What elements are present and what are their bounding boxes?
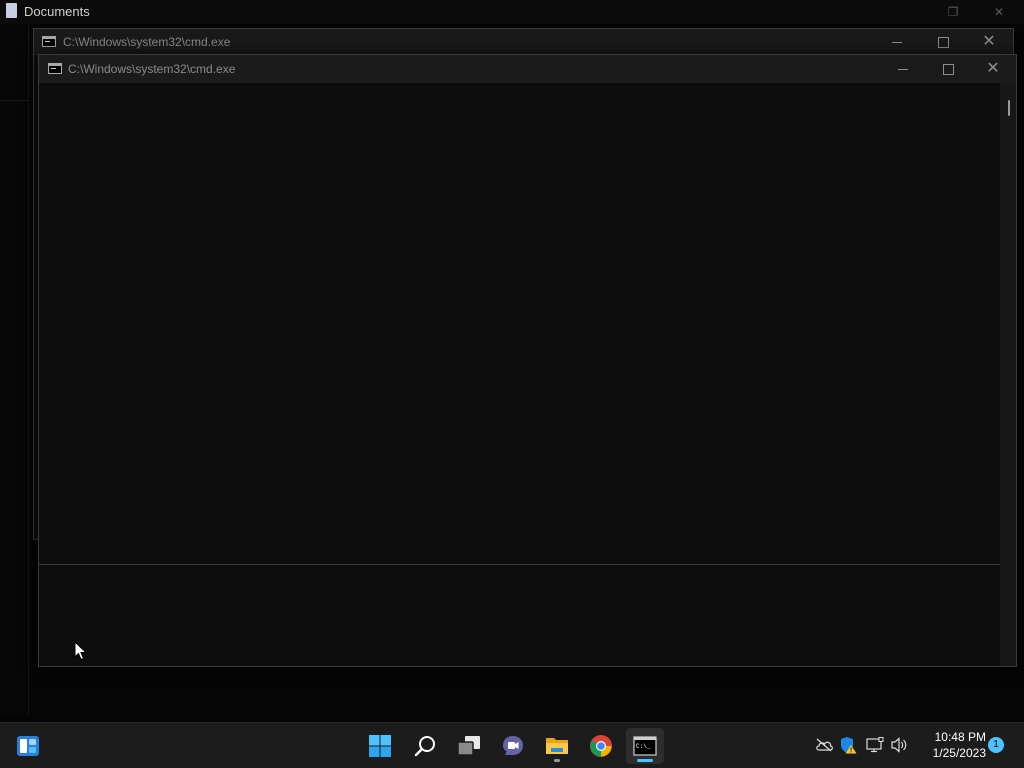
console-divider — [39, 564, 1000, 565]
taskbar-clock[interactable]: 10:48 PM 1/25/2023 — [916, 729, 986, 761]
desktop: Documents ❐ ✕ C:\Windows\system32\cmd.ex… — [0, 0, 1024, 768]
cmd-app-icon — [42, 36, 56, 47]
documents-window-title: Documents — [24, 4, 90, 19]
volume-icon — [891, 737, 907, 753]
onedrive-offline-icon — [816, 738, 833, 752]
chat-icon — [503, 736, 523, 755]
cmd-back-titlebar[interactable]: C:\Windows\system32\cmd.exe ✕ — [34, 29, 1013, 55]
chat-button[interactable] — [495, 728, 531, 764]
onedrive-offline-button[interactable] — [815, 736, 833, 754]
running-indicator — [554, 759, 560, 762]
clock-date: 1/25/2023 — [932, 746, 986, 760]
command-prompt-button[interactable]: C:\_ — [626, 728, 664, 764]
windows-security-button[interactable] — [839, 736, 857, 754]
cmd-app-icon — [48, 63, 62, 74]
network-icon — [866, 737, 884, 753]
chrome-button[interactable] — [583, 728, 619, 764]
cmd-back-minimize-button[interactable] — [874, 29, 920, 55]
cmd-front-minimize-button[interactable] — [880, 55, 926, 83]
cmd-back-maximize-button[interactable] — [920, 29, 966, 55]
scrollbar-thumb[interactable] — [1008, 100, 1010, 116]
cmd-front-close-button[interactable]: ✕ — [970, 55, 1016, 83]
security-warning-icon — [841, 737, 857, 754]
task-view-button[interactable] — [451, 728, 487, 764]
taskbar: C:\_ 10:48 PM 1/25/2023 1 — [0, 722, 1024, 768]
clock-time: 10:48 PM — [934, 730, 986, 744]
cmd-front-maximize-button[interactable] — [925, 55, 971, 83]
cmd-front-titlebar[interactable]: C:\Windows\system32\cmd.exe ✕ — [39, 55, 1016, 83]
console-scrollbar[interactable] — [1000, 83, 1016, 666]
console-output-area[interactable] — [39, 83, 1000, 666]
volume-button[interactable] — [891, 736, 909, 754]
search-icon — [414, 736, 435, 757]
documents-navigation-pane — [0, 24, 29, 714]
active-indicator — [637, 759, 653, 762]
documents-titlebar[interactable]: Documents ❐ ✕ — [0, 0, 1024, 24]
notification-badge[interactable]: 1 — [988, 737, 1004, 753]
task-view-icon — [457, 736, 480, 756]
cmd-back-title: C:\Windows\system32\cmd.exe — [63, 35, 231, 49]
folder-icon — [546, 738, 568, 754]
cmd-back-close-button[interactable]: ✕ — [966, 29, 1012, 55]
documents-close-button[interactable]: ✕ — [984, 2, 1014, 22]
windows-start-icon — [369, 735, 391, 757]
file-explorer-button[interactable] — [539, 728, 575, 764]
network-button[interactable] — [866, 736, 884, 754]
terminal-icon: C:\_ — [633, 736, 657, 756]
chrome-icon — [590, 735, 612, 757]
widgets-button[interactable] — [10, 728, 46, 764]
cmd-window-front: C:\Windows\system32\cmd.exe ✕ — [38, 54, 1017, 667]
start-button[interactable] — [362, 728, 398, 764]
widgets-icon — [17, 736, 39, 756]
nav-divider — [0, 100, 28, 101]
search-button[interactable] — [407, 728, 443, 764]
mouse-pointer-icon — [74, 641, 88, 661]
cmd-front-title: C:\Windows\system32\cmd.exe — [68, 62, 236, 76]
svg-text:C:\_: C:\_ — [636, 743, 651, 750]
document-icon — [6, 3, 17, 18]
documents-restore-button[interactable]: ❐ — [938, 2, 968, 22]
